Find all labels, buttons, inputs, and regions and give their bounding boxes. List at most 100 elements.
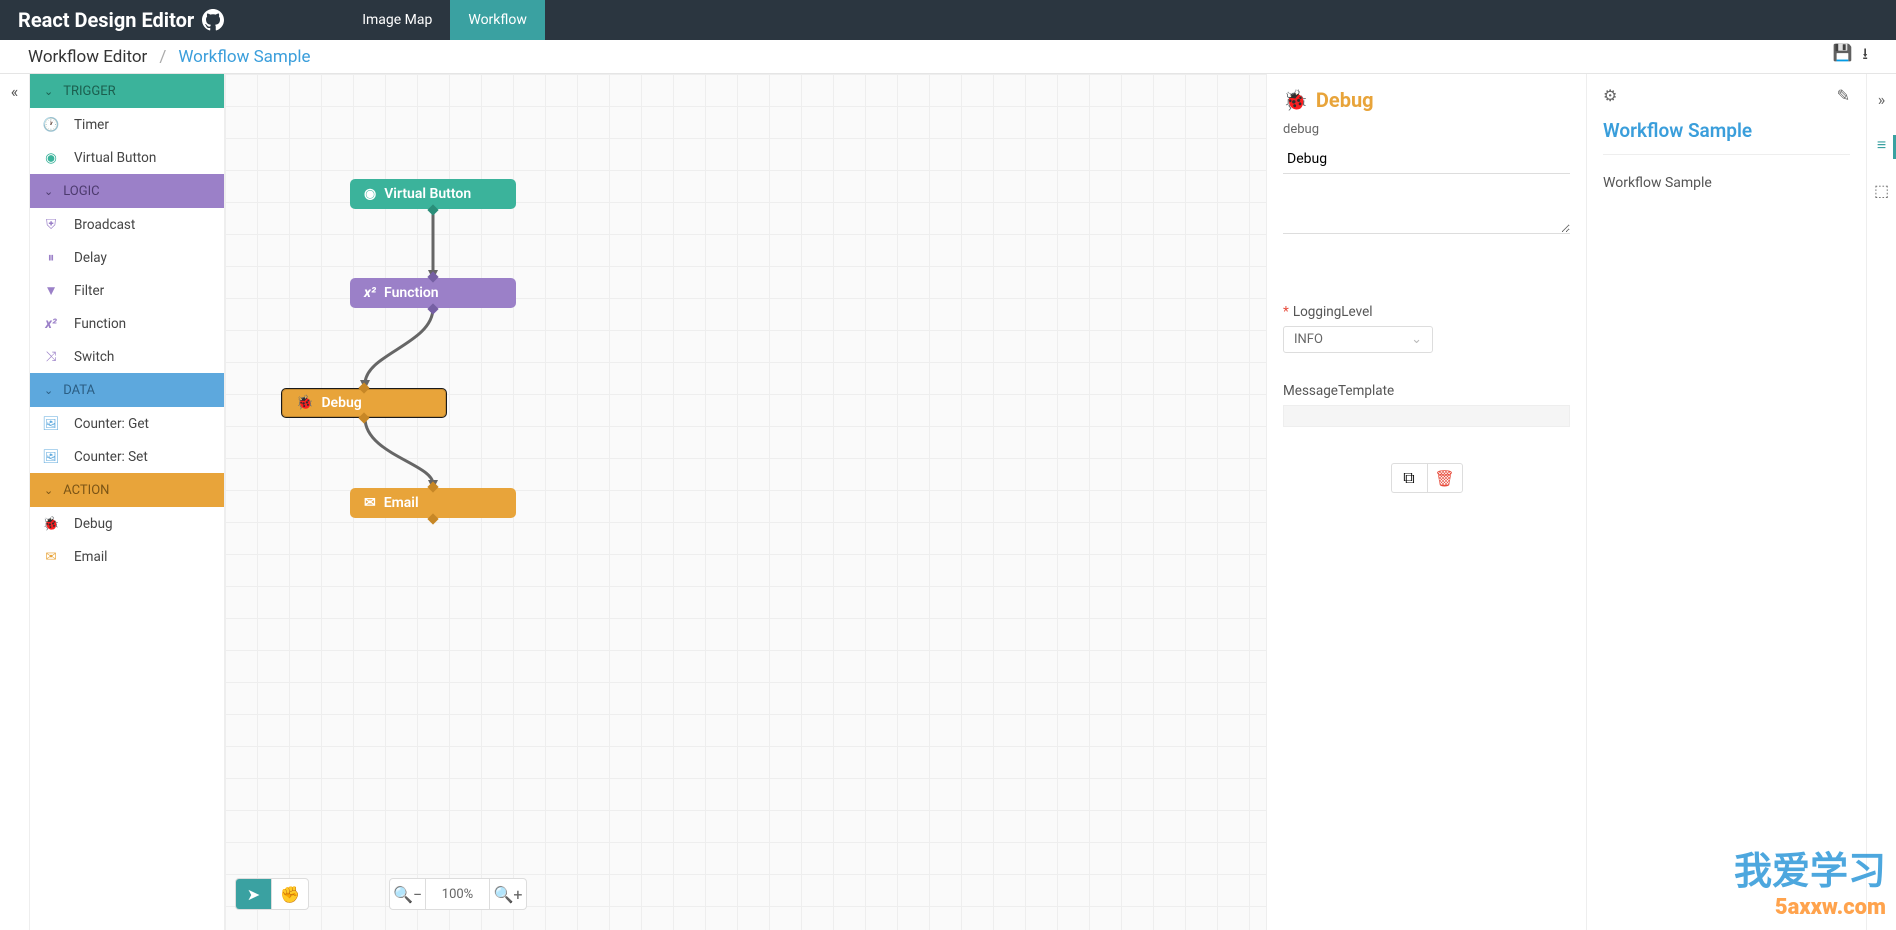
github-icon[interactable] — [202, 9, 224, 31]
function-icon: x² — [42, 316, 60, 332]
node-email-label: Email — [384, 495, 419, 511]
zoom-in-button[interactable]: 🔍+ — [490, 879, 526, 909]
node-virtual-button[interactable]: ◉ Virtual Button — [350, 179, 516, 209]
node-name-input[interactable] — [1283, 145, 1570, 174]
port-out[interactable] — [427, 204, 438, 215]
chevron-down-icon: ⌄ — [1411, 332, 1422, 347]
chevron-down-icon: ⌄ — [44, 85, 53, 98]
item-function[interactable]: x² Function — [30, 307, 224, 340]
node-function-label: Function — [384, 285, 439, 301]
expand-icon[interactable]: » — [1867, 84, 1896, 115]
clock-icon: 🕐 — [42, 117, 60, 133]
message-template-label: MessageTemplate — [1283, 383, 1570, 399]
topbar: React Design Editor Image Map Workflow — [0, 0, 1896, 40]
item-debug-label: Debug — [74, 516, 113, 532]
breadcrumb-sep: / — [159, 47, 166, 67]
select-tool[interactable]: ➤ — [236, 879, 272, 909]
port-in[interactable] — [427, 481, 438, 492]
item-switch[interactable]: ⤨ Switch — [30, 340, 224, 373]
item-virtual-button[interactable]: ◉ Virtual Button — [30, 141, 224, 174]
port-in[interactable] — [358, 382, 369, 393]
port-out[interactable] — [358, 412, 369, 423]
node-debug-label: Debug — [321, 395, 361, 411]
item-function-label: Function — [74, 316, 126, 332]
envelope-icon: ✉ — [42, 549, 60, 565]
save-icon[interactable]: 💾 — [1832, 43, 1852, 70]
outline-item[interactable]: Workflow Sample — [1603, 169, 1850, 197]
edit-icon[interactable]: ✎ — [1837, 86, 1850, 105]
bug-icon: 🐞 — [296, 395, 313, 411]
dot-circle-icon: ◉ — [42, 150, 60, 166]
item-counter-set[interactable]: 🖼 Counter: Set — [30, 440, 224, 473]
item-virtual-button-label: Virtual Button — [74, 150, 156, 166]
logging-level-select[interactable]: INFO⌄ — [1283, 326, 1433, 353]
image-icon: 🖼 — [42, 416, 60, 432]
chevron-down-icon: ⌄ — [44, 484, 53, 497]
item-switch-label: Switch — [74, 349, 114, 365]
group-logic[interactable]: ⌄ LOGIC — [30, 174, 224, 208]
sidebar: ⌄ TRIGGER 🕐 Timer ◉ Virtual Button ⌄ LOGIC ⛨… — [30, 74, 225, 930]
node-debug[interactable]: 🐞 Debug — [281, 388, 447, 418]
sidebar-collapse[interactable]: « — [0, 74, 30, 930]
group-action[interactable]: ⌄ACTION — [30, 473, 224, 507]
group-data[interactable]: ⌄DATA — [30, 373, 224, 407]
sitemap-icon: ⛨ — [42, 217, 60, 233]
node-virtual-button-label: Virtual Button — [384, 186, 471, 202]
item-broadcast[interactable]: ⛨Broadcast — [30, 208, 224, 241]
breadcrumb-root[interactable]: Workflow Editor — [28, 47, 147, 67]
canvas[interactable]: ◉ Virtual Button x² Function 🐞 Debug ✉ Email… — [225, 74, 1266, 930]
port-in[interactable] — [427, 271, 438, 282]
image-icon: 🖼 — [42, 449, 60, 465]
group-trigger[interactable]: ⌄ TRIGGER — [30, 74, 224, 108]
port-out[interactable] — [427, 513, 438, 524]
clone-button[interactable]: ⧉ — [1391, 463, 1427, 493]
breadcrumb-current: Workflow Sample — [178, 47, 310, 67]
chevron-down-icon: ⌄ — [44, 185, 53, 198]
item-email-label: Email — [74, 549, 107, 565]
outline-title: Workflow Sample — [1603, 119, 1850, 155]
item-counter-get[interactable]: 🖼 Counter: Get — [30, 407, 224, 440]
inspector-title: 🐞Debug — [1283, 88, 1570, 112]
gear-icon[interactable]: ⚙ — [1603, 86, 1617, 105]
group-logic-label: LOGIC — [63, 184, 99, 199]
brand-text: React Design Editor — [18, 8, 194, 32]
outline-panel: ⚙ ✎ Workflow Sample Workflow Sample — [1586, 74, 1866, 930]
breadcrumb-bar: Workflow Editor / Workflow Sample 💾 ⭳ — [0, 40, 1896, 74]
delete-button[interactable]: 🗑 — [1427, 463, 1463, 493]
group-trigger-label: TRIGGER — [63, 84, 115, 99]
zoom-group: 🔍− 100% 🔍+ — [389, 878, 527, 910]
nav-imagemap[interactable]: Image Map — [344, 0, 450, 40]
node-function[interactable]: x² Function — [350, 278, 516, 308]
item-timer-label: Timer — [74, 117, 109, 133]
bug-icon: 🐞 — [1283, 88, 1308, 112]
node-description-input[interactable] — [1283, 174, 1570, 234]
item-delay-label: Delay — [74, 250, 107, 266]
item-counter-set-label: Counter: Set — [74, 449, 148, 465]
item-counter-get-label: Counter: Get — [74, 416, 149, 432]
function-icon: x² — [364, 285, 376, 301]
envelope-icon: ✉ — [364, 495, 376, 511]
message-template-editor[interactable] — [1283, 405, 1570, 427]
dot-circle-icon: ◉ — [364, 186, 376, 202]
rail-tab-nodes[interactable]: ⬚ — [1867, 175, 1896, 206]
inspector-subtype: debug — [1283, 122, 1570, 137]
port-out[interactable] — [427, 303, 438, 314]
group-data-label: DATA — [63, 383, 95, 398]
right-rail: » ≡ ⬚ — [1866, 74, 1896, 930]
zoom-out-button[interactable]: 🔍− — [390, 879, 426, 909]
item-filter-label: Filter — [74, 283, 104, 299]
random-icon: ⤨ — [42, 349, 60, 365]
nav-workflow[interactable]: Workflow — [450, 0, 545, 40]
item-delay[interactable]: ⏸Delay — [30, 241, 224, 274]
inspector: 🐞Debug debug *LoggingLevel INFO⌄ Message… — [1266, 74, 1586, 930]
topnav: Image Map Workflow — [344, 0, 545, 40]
item-email[interactable]: ✉ Email — [30, 540, 224, 573]
node-email[interactable]: ✉ Email — [350, 488, 516, 518]
logging-level-label: *LoggingLevel — [1283, 304, 1570, 320]
download-icon[interactable]: ⭳ — [1862, 43, 1868, 70]
pan-tool[interactable]: ✊ — [272, 879, 308, 909]
item-filter[interactable]: ▼Filter — [30, 274, 224, 307]
rail-tab-workflow[interactable]: ≡ — [1867, 129, 1896, 161]
item-timer[interactable]: 🕐 Timer — [30, 108, 224, 141]
item-debug[interactable]: 🐞Debug — [30, 507, 224, 540]
